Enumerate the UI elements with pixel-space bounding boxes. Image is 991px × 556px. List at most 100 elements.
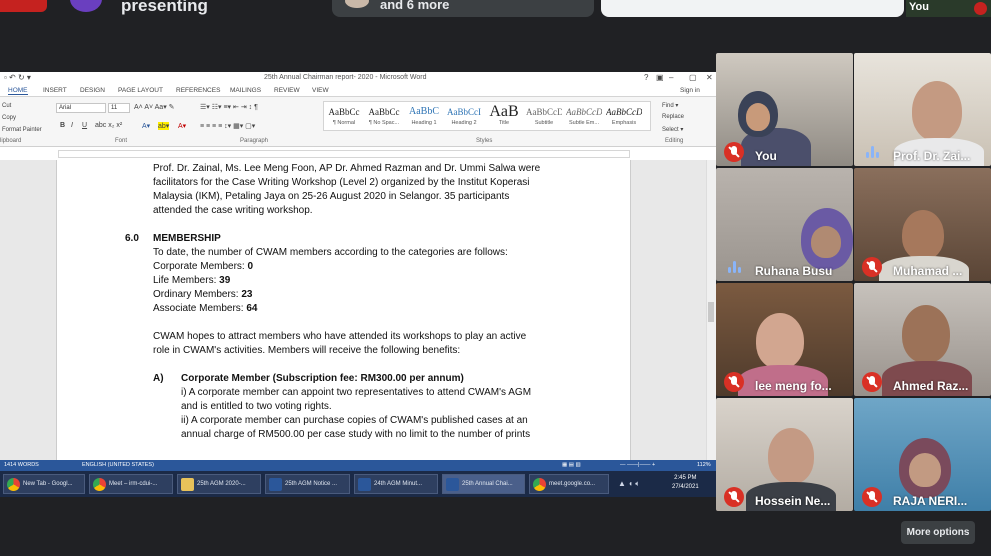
font-color-icon[interactable]: A▾ bbox=[178, 122, 186, 130]
language-indicator[interactable]: ENGLISH (UNITED STATES) bbox=[82, 462, 154, 468]
more-options-button[interactable]: More options bbox=[901, 521, 975, 544]
italic-button[interactable]: I bbox=[71, 122, 73, 129]
leave-call-button[interactable] bbox=[0, 0, 47, 12]
horizontal-ruler[interactable] bbox=[58, 150, 630, 158]
style-no-spacing[interactable]: AaBbCc ¶ No Spac... bbox=[366, 104, 402, 130]
participant-video bbox=[756, 313, 804, 369]
zoom-slider[interactable]: — ——|—— + bbox=[620, 462, 655, 468]
style-subtle-emphasis[interactable]: AaBbCcD Subtle Em... bbox=[566, 104, 602, 130]
font-size-select[interactable]: 11 bbox=[108, 103, 130, 113]
meet-controls-panel[interactable] bbox=[601, 0, 904, 17]
group-clipboard-label: lipboard bbox=[0, 138, 22, 144]
speaking-indicator-icon bbox=[728, 261, 742, 273]
participant-video bbox=[902, 305, 950, 363]
benefit-line: annual charge of RM500.00 per case study… bbox=[181, 429, 531, 440]
section-title: MEMBERSHIP bbox=[153, 233, 221, 244]
copy-button[interactable]: Copy bbox=[2, 115, 16, 121]
paragraph-line: role in CWAM's activities. Members will … bbox=[153, 345, 461, 356]
participant-tile[interactable]: Ruhana Busu bbox=[716, 168, 853, 281]
self-mini-tile[interactable]: You bbox=[906, 0, 991, 17]
mic-off-icon bbox=[974, 2, 987, 15]
taskbar-item[interactable]: 25th Annual Chai... bbox=[442, 474, 525, 494]
word-count[interactable]: 1414 WORDS bbox=[4, 462, 39, 468]
replace-button[interactable]: Replace bbox=[662, 114, 684, 120]
word-status-bar: 1414 WORDS ENGLISH (UNITED STATES) ▦ ▤ ▥… bbox=[0, 460, 716, 471]
participant-tile[interactable]: Ahmed Raz... bbox=[854, 283, 991, 396]
tab-review[interactable]: REVIEW bbox=[274, 87, 300, 94]
participant-tile[interactable]: RAJA NERI... bbox=[854, 398, 991, 511]
group-font-label: Font bbox=[115, 138, 128, 144]
group-paragraph-label: Paragraph bbox=[240, 138, 269, 144]
paragraph-line: facilitators for the Case Writing Worksh… bbox=[153, 177, 530, 188]
close-button[interactable]: ✕ bbox=[706, 73, 713, 82]
document-page[interactable]: Prof. Dr. Zainal, Ms. Lee Meng Foon, AP … bbox=[56, 160, 631, 460]
tab-page-layout[interactable]: PAGE LAYOUT bbox=[118, 87, 163, 94]
taskbar-item[interactable]: Meet – irm-cdui-... bbox=[89, 474, 173, 494]
style-normal[interactable]: AaBbCc ¶ Normal bbox=[326, 104, 362, 130]
bold-button[interactable]: B bbox=[60, 122, 65, 129]
find-button[interactable]: Find ▾ bbox=[662, 102, 678, 109]
help-button[interactable]: ? bbox=[644, 73, 648, 82]
taskbar-item[interactable]: meet.google.co... bbox=[529, 474, 609, 494]
list-buttons-icon[interactable]: ☰▾ ☷▾ ≡▾ ⇤ ⇥ ↕ ¶ bbox=[200, 103, 258, 111]
participant-video bbox=[912, 81, 962, 141]
taskbar-item[interactable]: 25th AGM 2020-... bbox=[177, 474, 261, 494]
format-painter-button[interactable]: Format Painter bbox=[2, 127, 42, 133]
participant-name: You bbox=[755, 149, 777, 163]
members-intro: To date, the number of CWAM members acco… bbox=[153, 247, 508, 258]
zoom-level[interactable]: 112% bbox=[697, 462, 711, 468]
taskbar-item[interactable]: 24th AGM Minut... bbox=[354, 474, 438, 494]
taskbar-item[interactable]: 25th AGM Notice ... bbox=[265, 474, 350, 494]
participant-name: Ahmed Raz... bbox=[893, 379, 969, 393]
scrollbar-thumb[interactable] bbox=[708, 302, 714, 322]
participant-tile[interactable]: Muhamad ... bbox=[854, 168, 991, 281]
word-window: ▫ ↶ ↻ ▾ 25th Annual Chairman report- 202… bbox=[0, 72, 716, 497]
paragraph-line: Malaysia (IKM), Petaling Jaya on 25-26 A… bbox=[153, 191, 510, 202]
style-subtitle[interactable]: AaBbCcD Subtitle bbox=[526, 104, 562, 130]
clock-time: 2:45 PM bbox=[674, 475, 697, 481]
font-grow-shrink-icon[interactable]: A˄ A˅ Aa▾ ✎ bbox=[134, 103, 175, 111]
font-name-select[interactable]: Arial bbox=[56, 103, 106, 113]
participant-tile[interactable]: You bbox=[716, 53, 853, 166]
style-emphasis[interactable]: AaBbCcD Emphasis bbox=[606, 104, 642, 130]
text-effects-icon[interactable]: A▾ bbox=[142, 122, 150, 130]
clock-date: 27/4/2021 bbox=[672, 484, 699, 490]
tab-home[interactable]: HOME bbox=[8, 87, 28, 95]
participant-name: RAJA NERI... bbox=[893, 494, 968, 508]
participant-tile[interactable]: lee meng fo... bbox=[716, 283, 853, 396]
maximize-button[interactable]: ▢ bbox=[689, 73, 697, 82]
tab-view[interactable]: VIEW bbox=[312, 87, 329, 94]
participant-tile[interactable]: Hossein Ne... bbox=[716, 398, 853, 511]
text-format-icons[interactable]: abc x₂ x² bbox=[95, 122, 122, 129]
view-mode-icons[interactable]: ▦ ▤ ▥ bbox=[562, 462, 581, 468]
participant-name: Prof. Dr. Zai... bbox=[893, 149, 971, 163]
list-item-title: Corporate Member (Subscription fee: RM30… bbox=[181, 373, 464, 384]
tab-design[interactable]: DESIGN bbox=[80, 87, 105, 94]
sign-in-link[interactable]: Sign in bbox=[680, 87, 700, 94]
underline-button[interactable]: U bbox=[82, 122, 87, 129]
ribbon-tabs: HOME INSERT DESIGN PAGE LAYOUT REFERENCE… bbox=[0, 85, 716, 97]
chrome-icon bbox=[533, 478, 546, 491]
taskbar-item[interactable]: New Tab - Googl... bbox=[3, 474, 85, 494]
minimize-button[interactable]: – bbox=[669, 73, 673, 82]
highlight-icon[interactable]: ab▾ bbox=[158, 122, 170, 130]
folder-icon bbox=[181, 478, 194, 491]
member-count-line: Ordinary Members: 23 bbox=[153, 289, 253, 300]
mic-off-icon bbox=[862, 257, 882, 277]
tab-mailings[interactable]: MAILINGS bbox=[230, 87, 261, 94]
taskbar-clock[interactable]: 2:45 PM 27/4/2021 bbox=[672, 474, 699, 492]
style-title[interactable]: AaB Title bbox=[486, 104, 522, 130]
cut-button[interactable]: Cut bbox=[2, 103, 11, 109]
style-heading-1[interactable]: AaBbC Heading 1 bbox=[406, 104, 442, 130]
group-styles-label: Styles bbox=[476, 138, 493, 144]
ribbon-options-button[interactable]: ▣ bbox=[656, 73, 664, 82]
select-button[interactable]: Select ▾ bbox=[662, 126, 683, 133]
system-tray-icons[interactable]: ▲ ◖ 🔈︎ bbox=[618, 479, 640, 489]
participant-tile[interactable]: Prof. Dr. Zai... bbox=[854, 53, 991, 166]
participants-chip[interactable] bbox=[332, 0, 594, 17]
tab-insert[interactable]: INSERT bbox=[43, 87, 67, 94]
tab-references[interactable]: REFERENCES bbox=[176, 87, 220, 94]
alignment-buttons-icon[interactable]: ≡ ≡ ≡ ≡ ↕▾ ▦▾ ▢▾ bbox=[200, 122, 255, 130]
chrome-icon bbox=[93, 478, 106, 491]
style-heading-2[interactable]: AaBbCcI Heading 2 bbox=[446, 104, 482, 130]
